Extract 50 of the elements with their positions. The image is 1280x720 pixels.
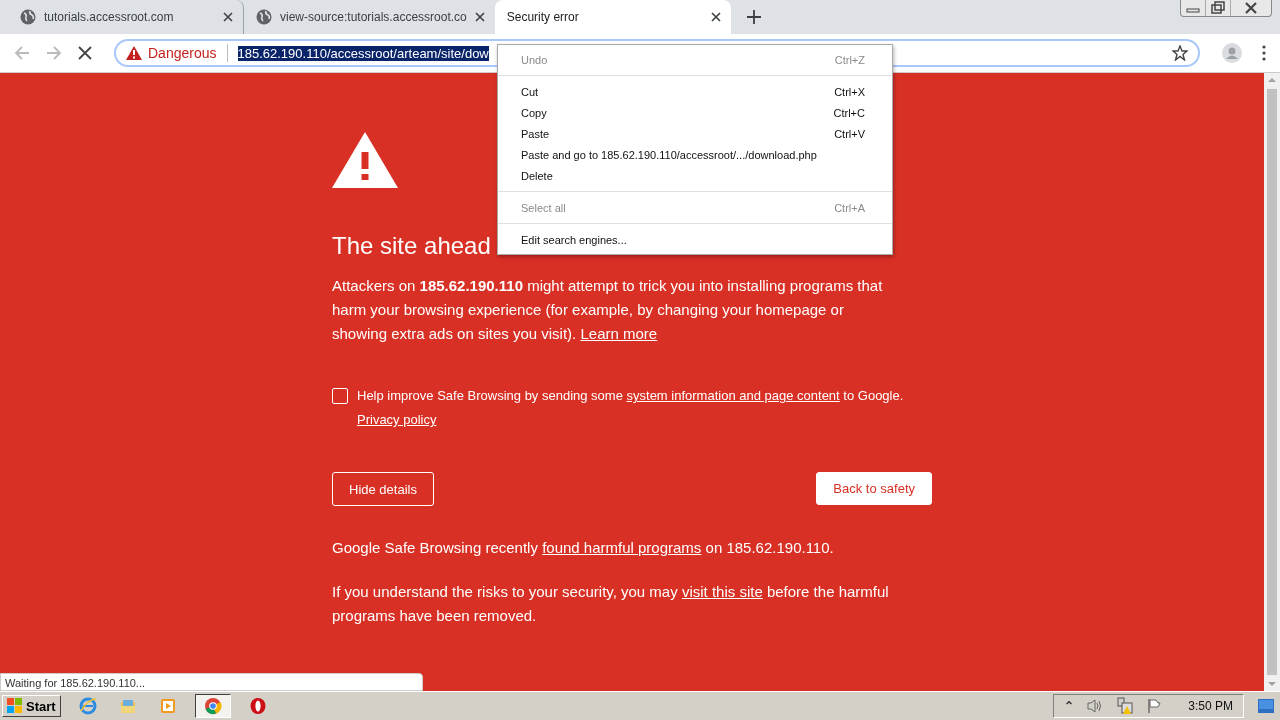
browser-tab[interactable]: Security error (494, 0, 731, 34)
tab-title: Security error (506, 10, 580, 24)
network-warning-icon[interactable] (1116, 697, 1135, 715)
warning-icon (332, 132, 398, 188)
browser-tab[interactable]: view-source:tutorials.accessroot.co (244, 0, 495, 34)
flag-icon[interactable] (1146, 698, 1163, 714)
menu-item[interactable]: Paste Ctrl+V (498, 123, 892, 144)
details-paragraph: If you understand the risks to your security, you may visit this site before the harmful programs have been removed. (332, 582, 890, 626)
tab-title: tutorials.accessroot.com (44, 10, 175, 24)
report-link[interactable]: system information and page content (626, 388, 840, 403)
menu-item[interactable]: Delete (498, 165, 892, 186)
globe-icon (256, 9, 272, 25)
url-text: 185.62.190.110/accessroot/arteam/site/dow (237, 45, 489, 61)
checkbox[interactable] (332, 388, 348, 404)
report-text: Help improve Safe Browsing by sending some system information and page content to Google. (357, 387, 904, 405)
page-heading: The site ahead (332, 232, 491, 260)
globe-icon (20, 9, 36, 25)
close-icon[interactable] (223, 12, 233, 22)
close-icon[interactable] (710, 12, 721, 22)
learn-more-link[interactable]: Learn more (580, 325, 658, 342)
scrollbar[interactable] (1264, 73, 1280, 691)
forward-icon[interactable] (46, 45, 62, 61)
warning-icon (126, 46, 142, 60)
menu-item[interactable]: Cut Ctrl+X (498, 81, 892, 102)
tab-title: view-source:tutorials.accessroot.co (280, 10, 467, 24)
windows-logo-icon (7, 698, 23, 714)
warning-paragraph: Attackers on 185.62.190.110 might attempt to trick you into installing programs that harm your browsing experience (for example, by changing your homepage or showing extra ads on sites you visit). Learn more (332, 276, 884, 344)
clock[interactable]: 3:50 PM (1188, 699, 1233, 713)
back-to-safety-button[interactable]: Back to safety (816, 472, 932, 505)
tray-expand-button[interactable]: ⌃ (1064, 699, 1075, 713)
hide-details-button[interactable]: Hide details (332, 472, 434, 506)
taskbar-app[interactable] (194, 694, 231, 718)
status-bubble: Waiting for 185.62.190.110... (0, 673, 423, 691)
details-link[interactable]: visit this site (681, 583, 763, 600)
star-icon[interactable] (1172, 45, 1188, 61)
back-icon[interactable] (14, 45, 30, 61)
start-button[interactable]: Start (2, 695, 61, 717)
menu-item[interactable]: Edit search engines... (498, 229, 892, 250)
details-paragraph: Google Safe Browsing recently found harmful programs on 185.62.190.110. (332, 538, 835, 558)
details-link[interactable]: found harmful programs (542, 539, 702, 556)
menu-item[interactable]: Paste and go to 185.62.190.110/accessroot/.../download.php (498, 144, 892, 165)
privacy-policy-link[interactable]: Privacy policy (357, 410, 437, 430)
browser-icon[interactable] (203, 697, 222, 715)
profile-avatar-icon[interactable] (1222, 43, 1242, 63)
security-label[interactable]: Dangerous (148, 45, 217, 61)
menu-item[interactable]: Copy Ctrl+C (498, 102, 892, 123)
stop-icon[interactable] (78, 46, 92, 60)
new-tab-icon[interactable] (746, 10, 761, 24)
menu-icon[interactable] (1262, 45, 1266, 61)
close-icon[interactable] (474, 12, 485, 22)
